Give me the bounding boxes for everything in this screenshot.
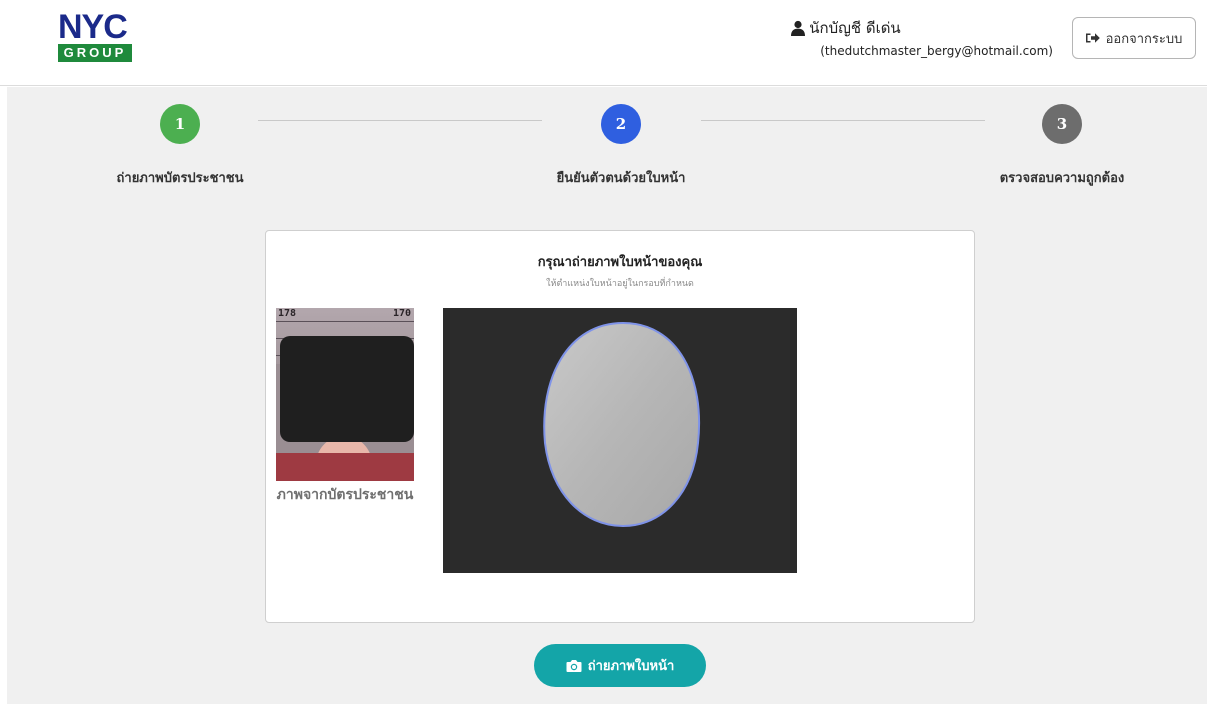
face-guide-overlay xyxy=(543,321,700,528)
stepper-connector-2 xyxy=(701,120,985,121)
id-card-photo: 178 170 xyxy=(276,308,414,481)
id-photo-caption: ภาพจากบัตรประชาชน xyxy=(276,487,414,503)
logo-nyc-text: NYC xyxy=(58,8,128,46)
step-3-label: ตรวจสอบความถูกต้อง xyxy=(999,171,1125,186)
step-2-circle: 2 xyxy=(601,104,641,144)
user-icon xyxy=(791,20,806,36)
main-content: 1 2 3 ถ่ายภาพบัตรประชาชน ยืนยันตัวตนด้วย… xyxy=(7,87,1207,704)
step-2-label: ยืนยันตัวตนด้วยใบหน้า xyxy=(556,171,686,186)
nyc-group-logo[interactable]: NYC GROUP xyxy=(58,8,134,64)
user-name: นักบัญชี ดีเด่น xyxy=(809,19,901,37)
ruler-right-number: 170 xyxy=(392,308,411,319)
capture-face-button[interactable]: ถ่ายภาพใบหน้า xyxy=(534,644,706,687)
user-email: (thedutchmaster_bergy@hotmail.com) xyxy=(820,44,1053,58)
face-capture-card: กรุณาถ่ายภาพใบหน้าของคุณ ให้ตำแหน่งใบหน้… xyxy=(265,230,975,623)
ruler-left-number: 178 xyxy=(278,308,297,319)
step-1-circle: 1 xyxy=(160,104,200,144)
step-3-circle: 3 xyxy=(1042,104,1082,144)
redaction-box xyxy=(280,336,414,442)
logout-button[interactable]: ออกจากระบบ xyxy=(1072,17,1196,59)
step-1-label: ถ่ายภาพบัตรประชาชน xyxy=(116,171,244,186)
capture-button-label: ถ่ายภาพใบหน้า xyxy=(587,659,675,674)
camera-preview xyxy=(443,308,797,573)
app-header: NYC GROUP นักบัญชี ดีเด่น (thedutchmaste… xyxy=(0,0,1207,86)
face-oval-frame xyxy=(543,321,700,528)
user-name-row: นักบัญชี ดีเด่น xyxy=(790,18,1053,38)
photo-shirt xyxy=(276,453,414,481)
stepper-connector-1 xyxy=(258,120,542,121)
camera-icon xyxy=(566,659,582,672)
card-subtitle: ให้ตำแหน่งใบหน้าอยู่ในกรอบที่กำหนด xyxy=(546,279,694,289)
logout-label: ออกจากระบบ xyxy=(1105,31,1183,47)
user-info: นักบัญชี ดีเด่น (thedutchmaster_bergy@ho… xyxy=(790,18,1053,61)
sign-out-icon xyxy=(1085,33,1100,43)
card-title: กรุณาถ่ายภาพใบหน้าของคุณ xyxy=(537,255,703,270)
logo-group-text: GROUP xyxy=(58,44,132,62)
